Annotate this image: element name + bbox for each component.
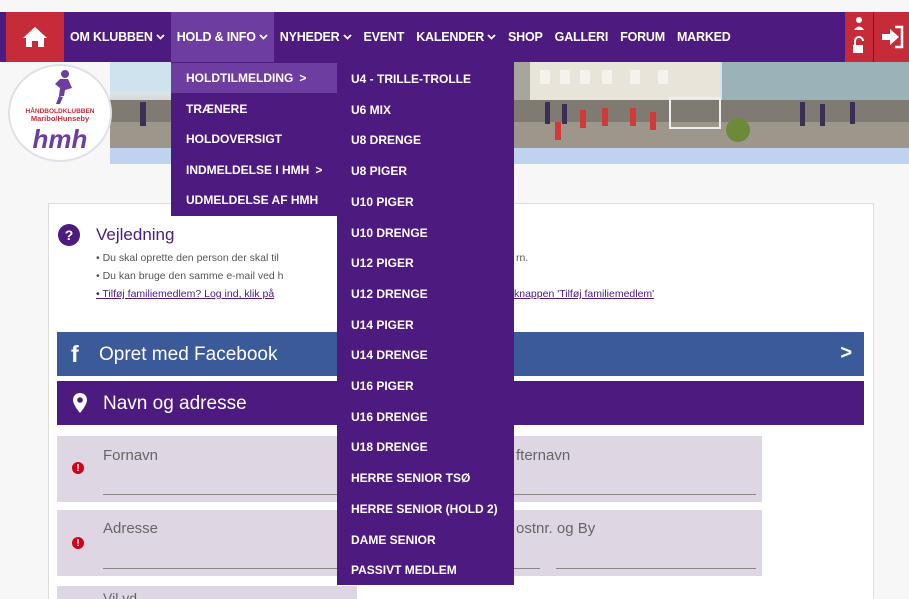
- question-icon: ?: [58, 224, 80, 246]
- chevron-down-icon: [259, 32, 268, 42]
- team-menu-item[interactable]: U14 DRENGE: [337, 340, 514, 370]
- by-input[interactable]: [556, 568, 756, 569]
- team-menu-item[interactable]: U12 PIGER: [337, 248, 514, 278]
- nav-item-label: FORUM: [620, 30, 665, 44]
- efternavn-input[interactable]: [514, 494, 756, 495]
- nav-item-nyheder[interactable]: NYHEDER: [274, 12, 358, 62]
- team-menu-item[interactable]: U16 PIGER: [337, 371, 514, 401]
- help-line-2: • Du kan bruge den samme e-mail ved h: [96, 270, 284, 282]
- submenu-item-label: HOLDTILMELDING: [186, 71, 294, 85]
- address-section-label: Navn og adresse: [103, 393, 247, 414]
- team-menu-item[interactable]: HERRE SENIOR (HOLD 2): [337, 494, 514, 524]
- team-menu-item[interactable]: U16 DRENGE: [337, 402, 514, 432]
- team-menu-item[interactable]: U8 PIGER: [337, 156, 514, 186]
- efternavn-field-bg: [514, 436, 762, 502]
- fornavn-label: Fornavn: [103, 447, 159, 464]
- hold-info-dropdown: HOLDTILMELDING > TRÆNERE HOLDOVERSIGT INDMEL…: [171, 62, 337, 216]
- nav-item-om-klubben[interactable]: OM KLUBBEN: [64, 12, 171, 62]
- nav-item-forum[interactable]: FORUM: [614, 12, 671, 62]
- nav-item-label: MARKED: [676, 30, 731, 44]
- nav-item-event[interactable]: EVENT: [358, 12, 411, 62]
- logo-mark: hmh: [33, 124, 88, 154]
- team-menu-item[interactable]: HERRE SENIOR TSØ: [337, 463, 514, 493]
- team-menu-item[interactable]: U10 DRENGE: [337, 218, 514, 248]
- chevron-right-icon: >: [840, 342, 852, 364]
- team-menu-item[interactable]: PASSIVT MEDLEM: [337, 555, 514, 585]
- chevron-down-icon: [487, 32, 496, 42]
- logo-line2: Maribo/Hunseby: [31, 114, 90, 123]
- error-icon: !: [72, 537, 84, 549]
- nav-item-shop[interactable]: SHOP: [502, 12, 549, 62]
- team-menu-item[interactable]: U10 PIGER: [337, 187, 514, 217]
- map-marker-icon: [73, 393, 87, 413]
- help-line-1-end: rn.: [516, 252, 529, 264]
- partial-field-label: Vil vd: [103, 590, 137, 599]
- submenu-item-label: UDMELDELSE AF HMH: [186, 193, 319, 207]
- team-menu-item[interactable]: U18 DRENGE: [337, 432, 514, 462]
- login-button[interactable]: [874, 12, 909, 62]
- team-menu-item[interactable]: DAME SENIOR: [337, 525, 514, 555]
- team-menu-item[interactable]: U8 DRENGE: [337, 125, 514, 155]
- chevron-right-icon: >: [299, 71, 307, 85]
- main-menu: OM KLUBBEN HOLD & INFO NYHEDER EVENT KALENDE…: [64, 12, 737, 62]
- help-line-1: • Du skal oprette den person der skal ti…: [96, 252, 279, 264]
- club-logo[interactable]: HÅNDBOLDKLUBBEN Maribo/Hunseby hmh: [8, 64, 112, 162]
- sign-in-icon: [881, 25, 903, 49]
- nav-item-label: NYHEDER: [279, 30, 340, 44]
- nav-item-label: EVENT: [363, 30, 405, 44]
- facebook-label: Opret med Facebook: [99, 344, 278, 365]
- adresse-label: Adresse: [103, 520, 159, 537]
- nav-item-galleri[interactable]: GALLERI: [549, 12, 614, 62]
- postnr-label: ostnr. og By: [516, 520, 596, 537]
- submenu-item-label: HOLDOVERSIGT: [186, 132, 283, 146]
- help-title: Vejledning: [96, 225, 175, 244]
- fornavn-field-bg: [57, 436, 357, 502]
- user-button[interactable]: [845, 12, 873, 62]
- submenu-item-label: INDMELDELSE I HMH: [186, 162, 310, 177]
- fornavn-input[interactable]: [103, 494, 343, 495]
- chevron-down-icon: [342, 32, 352, 42]
- facebook-icon: f: [71, 341, 79, 367]
- submenu-item-label: TRÆNERE: [186, 101, 248, 116]
- adresse-input[interactable]: [103, 568, 343, 569]
- user-lock-icon: [853, 17, 864, 53]
- nav-item-marked[interactable]: MARKED: [671, 12, 737, 62]
- postnr-input[interactable]: [514, 568, 540, 569]
- home-button[interactable]: [6, 12, 64, 62]
- nav-item-label: OM KLUBBEN: [70, 30, 153, 44]
- next-field-bg: [57, 586, 357, 599]
- adresse-field-bg: [57, 510, 357, 576]
- help-line-3-end[interactable]: knappen 'Tilføj familiemedlem': [514, 288, 654, 300]
- team-menu-item[interactable]: U12 DRENGE: [337, 279, 514, 309]
- team-menu-item[interactable]: U4 - TRILLE-TROLLE: [337, 64, 514, 94]
- efternavn-label: fternavn: [516, 447, 571, 464]
- nav-item-label: SHOP: [508, 30, 543, 44]
- submenu-item[interactable]: UDMELDELSE AF HMH: [171, 185, 337, 215]
- home-icon: [23, 27, 47, 47]
- nav-item-kalender[interactable]: KALENDER: [410, 12, 502, 62]
- submenu-item[interactable]: TRÆNERE: [171, 94, 337, 124]
- chevron-down-icon: [156, 32, 165, 42]
- submenu-item[interactable]: HOLDTILMELDING >: [171, 63, 337, 93]
- chevron-right-icon: >: [315, 162, 323, 177]
- holdtilmelding-submenu: U4 - TRILLE-TROLLE U6 MIX U8 DRENGE U8 PIGE…: [337, 62, 514, 585]
- handball-player-icon: [55, 70, 72, 104]
- submenu-item[interactable]: HOLDOVERSIGT: [171, 124, 337, 154]
- nav-item-label: KALENDER: [416, 30, 485, 44]
- nav-item-label: HOLD & INFO: [176, 30, 256, 44]
- nav-item-hold-info[interactable]: HOLD & INFO: [170, 12, 274, 62]
- error-icon: !: [72, 462, 84, 474]
- submenu-item[interactable]: INDMELDELSE I HMH >: [171, 155, 337, 185]
- team-menu-item[interactable]: U14 PIGER: [337, 310, 514, 340]
- team-menu-item[interactable]: U6 MIX: [337, 95, 514, 125]
- nav-item-label: GALLERI: [554, 30, 609, 44]
- help-line-3[interactable]: • Tilføj familiemedlem? Log ind, klik på: [96, 288, 274, 300]
